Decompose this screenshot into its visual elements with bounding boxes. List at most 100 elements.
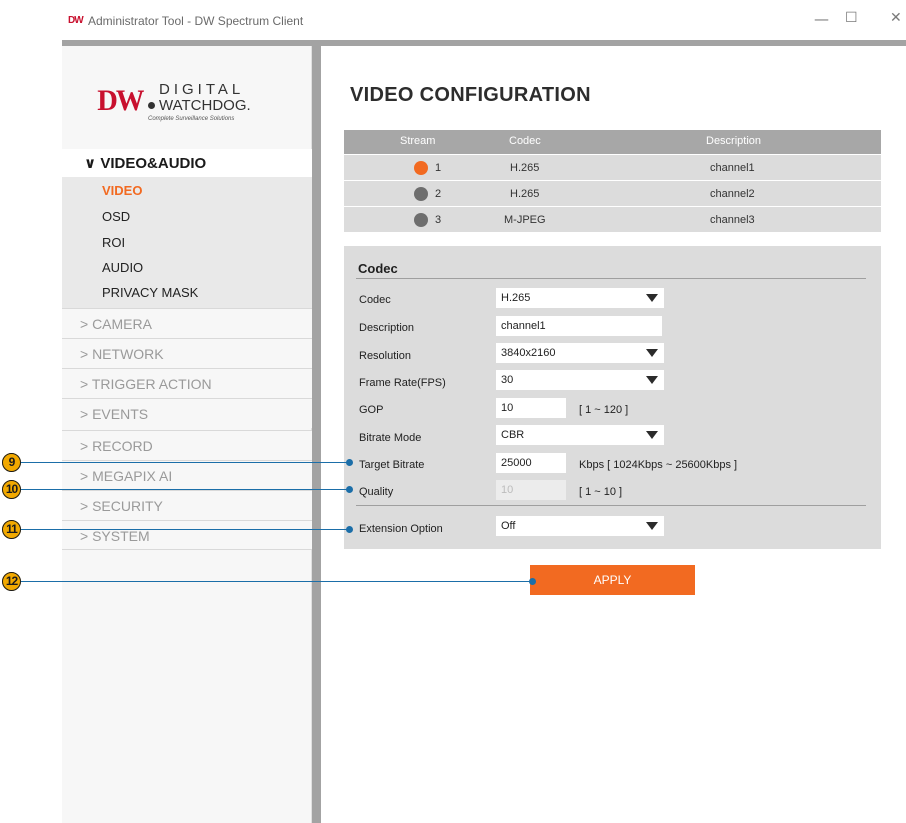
sidebar-item-privacy-mask[interactable]: PRIVACY MASK [102,281,198,305]
callout-dot [346,526,353,533]
frame-rate-select[interactable]: 30 [496,370,664,390]
stream-radio-3[interactable] [414,213,428,227]
table-row[interactable]: 3 M-JPEG channel3 [344,206,881,232]
sidebar-item-audio[interactable]: AUDIO [102,256,143,280]
table-header: Stream Codec Description [344,130,881,154]
bitrate-mode-value: CBR [501,429,525,441]
sidebar-section-video-audio[interactable]: ∨ VIDEO&AUDIO [62,149,312,179]
cell-stream: 1 [435,162,442,174]
callout-dot [346,486,353,493]
callout-dot [346,459,353,466]
callout-number: 11 [2,520,21,539]
app-icon: DW [68,15,84,26]
column-header-stream: Stream [400,135,436,147]
codec-value: H.265 [501,292,531,304]
chevron-down-icon [646,522,658,530]
cell-description: channel2 [710,188,755,200]
callout-line [21,581,533,582]
stream-radio-2[interactable] [414,187,428,201]
stream-table: Stream Codec Description 1 H.265 channel… [344,130,881,232]
frame-rate-label: Frame Rate(FPS) [359,377,446,389]
column-header-description: Description [706,135,762,147]
gop-label: GOP [359,404,384,416]
cell-codec: M-JPEG [504,214,546,226]
frame-rate-value: 30 [501,374,514,386]
table-row[interactable]: 1 H.265 channel1 [344,154,881,180]
window-titlebar: DW Administrator Tool - DW Spectrum Clie… [62,0,906,40]
close-icon[interactable]: ✕ [890,10,902,26]
logo-tagline: Complete Surveillance Solutions [148,116,235,122]
minimize-icon[interactable]: — [814,10,829,28]
callout-9: 9 [2,453,21,472]
codec-select[interactable]: H.265 [496,288,664,308]
divider-line [356,278,866,279]
panel-divider[interactable] [312,46,321,823]
callout-11: 11 [2,520,21,539]
callout-line [21,529,349,530]
window-title: Administrator Tool - DW Spectrum Client [88,14,304,28]
sidebar-item-system[interactable]: > SYSTEM [62,520,312,550]
description-label: Description [359,322,415,334]
cell-codec: H.265 [510,162,540,174]
callout-12: 12 [2,572,21,591]
logo-bullet [148,102,155,109]
quality-input: 10 [496,480,566,500]
sidebar-item-trigger-action[interactable]: > TRIGGER ACTION [62,368,312,398]
callout-line [21,489,349,490]
sidebar-item-record[interactable]: > RECORD [62,430,312,460]
resolution-select[interactable]: 3840x2160 [496,343,664,363]
callout-number: 12 [2,572,21,591]
callout-number: 9 [2,453,21,472]
callout-number: 10 [2,480,21,499]
target-bitrate-input[interactable]: 25000 [496,453,566,473]
stream-radio-1[interactable] [414,161,428,175]
divider-line [356,505,866,506]
target-bitrate-range-hint: Kbps [ 1024Kbps ~ 25600Kbps ] [579,459,738,471]
logo-dw-mark: DW [97,84,144,117]
quality-range-hint: [ 1 ~ 10 ] [579,486,623,498]
gop-range-hint: [ 1 ~ 120 ] [579,404,629,416]
page-title: VIDEO CONFIGURATION [350,84,591,106]
panel-title: Codec [358,261,398,276]
sidebar-item-events[interactable]: > EVENTS [62,398,312,428]
codec-settings-panel: Codec Codec H.265 Description channel1 R… [344,246,881,549]
chevron-down-icon [646,376,658,384]
bitrate-mode-select[interactable]: CBR [496,425,664,445]
cell-stream: 2 [435,188,442,200]
cell-codec: H.265 [510,188,540,200]
callout-dot [529,578,536,585]
callout-line [21,462,349,463]
target-bitrate-label: Target Bitrate [359,459,425,471]
chevron-down-icon [646,431,658,439]
bitrate-mode-label: Bitrate Mode [359,432,422,444]
callout-10: 10 [2,480,21,499]
table-row[interactable]: 2 H.265 channel2 [344,180,881,206]
resolution-label: Resolution [359,350,411,362]
sidebar-item-network[interactable]: > NETWORK [62,338,312,368]
cell-description: channel3 [710,214,755,226]
description-input[interactable]: channel1 [496,316,662,336]
sidebar-item-osd[interactable]: OSD [102,205,130,229]
codec-label: Codec [359,294,391,306]
quality-label: Quality [359,486,394,498]
extension-option-select[interactable]: Off [496,516,664,536]
sidebar-submenu: VIDEO OSD ROI AUDIO PRIVACY MASK [62,177,312,308]
digital-watchdog-logo: DW DIGITAL WATCHDOG. Complete Surveillan… [96,78,271,128]
maximize-icon[interactable]: ☐ [845,10,858,26]
cell-stream: 3 [435,214,442,226]
sidebar-item-roi[interactable]: ROI [102,231,125,255]
logo-line1: DIGITAL [159,81,245,98]
chevron-down-icon [646,349,658,357]
sidebar-item-video[interactable]: VIDEO [102,179,142,203]
sidebar: DW DIGITAL WATCHDOG. Complete Surveillan… [62,46,312,823]
column-header-codec: Codec [509,135,541,147]
gop-input[interactable]: 10 [496,398,566,418]
logo-line2: WATCHDOG. [159,97,251,114]
sidebar-item-megapix-ai[interactable]: > MEGAPIX AI [62,460,312,490]
apply-button[interactable]: APPLY [530,565,695,595]
extension-option-value: Off [501,520,516,532]
sidebar-item-security[interactable]: > SECURITY [62,490,312,520]
extension-option-label: Extension Option [359,523,443,535]
chevron-down-icon [646,294,658,302]
sidebar-item-camera[interactable]: > CAMERA [62,308,312,338]
